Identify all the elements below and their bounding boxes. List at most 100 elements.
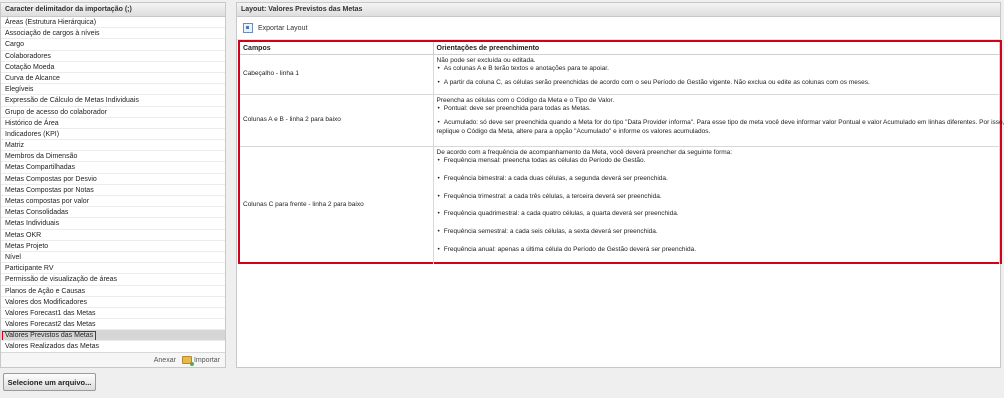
- column-header-campos: Campos: [240, 42, 434, 55]
- import-type-item[interactable]: Cotação Moeda: [1, 62, 225, 73]
- guidance-text: Frequência anual: apenas a última célula…: [437, 246, 697, 253]
- import-type-item[interactable]: Metas Consolidadas: [1, 207, 225, 219]
- select-file-button[interactable]: Selecione um arquivo...: [3, 373, 96, 391]
- guidance-bullet: A partir da coluna C, as células serão p…: [437, 79, 997, 87]
- export-layout-button[interactable]: Exportar Layout: [258, 25, 307, 32]
- guidance-line: Não pode ser excluída ou editada.: [437, 57, 997, 65]
- left-panel-footer: Anexar Importar: [1, 352, 225, 367]
- import-type-label: Matriz: [5, 142, 25, 150]
- import-type-label: Metas Compostas por Desvio: [5, 175, 97, 183]
- import-type-item[interactable]: Histórico de Área: [1, 118, 225, 129]
- import-type-label: Metas Consolidadas: [5, 209, 69, 217]
- import-type-label: Metas OKR: [5, 231, 42, 239]
- layout-table-highlight: Campos Orientações de preenchimento Cabe…: [238, 40, 1004, 264]
- guidance-line: replique o Código da Meta, altere para a…: [437, 128, 997, 136]
- import-type-label: Elegíveis: [5, 86, 34, 94]
- import-type-item[interactable]: Curva de Alcance: [1, 73, 225, 85]
- guidance-cell: Preencha as células com o Código da Meta…: [433, 94, 1004, 147]
- table-row: Colunas A e B - linha 2 para baixo Preenc…: [240, 94, 1004, 147]
- field-cell: Cabeçalho - linha 1: [240, 54, 434, 95]
- guidance-bullet: Pontual: deve ser preenchida para todas …: [437, 105, 997, 113]
- import-type-item[interactable]: Permissão de visualização de áreas: [1, 274, 225, 286]
- import-type-label: Indicadores (KPI): [5, 130, 60, 138]
- guidance-text: replique o Código da Meta, altere para a…: [436, 127, 711, 135]
- import-type-label: Colaboradores: [5, 52, 51, 60]
- import-label: Importar: [193, 356, 220, 364]
- import-type-label: Expressão de Cálculo de Metas Individuai…: [5, 97, 139, 105]
- guidance-text: De acordo com a frequência de acompanham…: [436, 149, 733, 156]
- layout-toolbar: Exportar Layout: [237, 17, 1000, 40]
- guidance-bullet: Acumulado: só deve ser preenchida quando…: [437, 119, 1004, 127]
- guidance-text: A partir da coluna C, as células serão p…: [437, 79, 870, 86]
- guidance-text: Acumulado: só deve ser preenchida quando…: [437, 119, 1004, 126]
- import-type-label: Membros da Dimensão: [5, 153, 78, 161]
- import-type-item[interactable]: Valores dos Modificadores: [1, 297, 225, 308]
- table-row: Cabeçalho - linha 1 Não pode ser excluída…: [240, 54, 1000, 95]
- delimiter-header: Caracter delimitador da importação (;): [1, 3, 225, 17]
- import-type-list: Áreas (Estrutura Hierárquica) Associação …: [1, 17, 225, 353]
- import-type-item[interactable]: Associação de cargos à níveis: [1, 28, 225, 40]
- import-type-item[interactable]: Metas Projeto: [1, 241, 225, 252]
- import-type-item[interactable]: Matriz: [1, 140, 225, 152]
- import-type-label: Cargo: [5, 41, 25, 49]
- guidance-text: Preencha as células com o Código da Meta…: [436, 97, 615, 104]
- guidance-text: As colunas A e B terão textos e anotaçõe…: [437, 65, 609, 72]
- import-type-label: Participante RV: [5, 265, 54, 273]
- import-type-label: Histórico de Área: [5, 119, 59, 127]
- import-type-item[interactable]: Participante RV: [1, 263, 225, 275]
- import-type-item[interactable]: Grupo de acesso do colaborador: [1, 107, 225, 118]
- layout-panel: Layout: Valores Previstos das Metas Expo…: [236, 2, 1004, 368]
- layout-title: Layout: Valores Previstos das Metas: [237, 3, 1000, 17]
- guidance-bullet: As colunas A e B terão textos e anotaçõe…: [437, 65, 997, 73]
- guidance-cell: Não pode ser excluída ou editada.As colu…: [433, 54, 1000, 95]
- guidance-text: Frequência mensal: preencha todas as cél…: [437, 157, 646, 164]
- import-type-item[interactable]: Metas Individuais: [1, 218, 225, 230]
- guidance-bullet: Frequência anual: apenas a última célula…: [437, 246, 997, 254]
- import-type-item[interactable]: Metas compostas por valor: [1, 196, 225, 208]
- guidance-text: Pontual: deve ser preenchida para todas …: [437, 105, 591, 112]
- import-type-label: Valores Forecast1 das Metas: [5, 309, 96, 317]
- import-type-panel: Caracter delimitador da importação (;) Á…: [0, 2, 226, 368]
- import-type-label: Metas Compartilhadas: [5, 164, 76, 172]
- guidance-bullet: Frequência semestral: a cada seis célula…: [437, 228, 997, 236]
- guidance-cell: De acordo com a frequência de acompanham…: [433, 146, 1000, 264]
- import-type-label: Planos de Ação e Causas: [5, 287, 86, 295]
- guidance-line: De acordo com a frequência de acompanham…: [437, 149, 997, 157]
- import-type-item[interactable]: Elegíveis: [1, 84, 225, 96]
- import-type-label: Associação de cargos à níveis: [5, 30, 100, 38]
- import-type-label: Áreas (Estrutura Hierárquica): [5, 19, 97, 26]
- import-type-item[interactable]: Áreas (Estrutura Hierárquica): [1, 17, 225, 29]
- guidance-line: Preencha as células com o Código da Meta…: [437, 97, 997, 105]
- import-type-item[interactable]: Valores Previstos das Metas: [1, 330, 225, 342]
- import-type-item[interactable]: Expressão de Cálculo de Metas Individuai…: [1, 95, 225, 107]
- import-type-item[interactable]: Metas Compartilhadas: [1, 162, 225, 174]
- import-type-label: Grupo de acesso do colaborador: [5, 108, 107, 116]
- layout-table: Campos Orientações de preenchimento Cabe…: [240, 42, 1004, 264]
- import-type-item[interactable]: Metas Compostas por Desvio: [1, 174, 225, 185]
- guidance-text: Frequência bimestral: a cada duas célula…: [437, 175, 668, 182]
- import-type-item[interactable]: Cargo: [1, 39, 225, 51]
- import-type-item[interactable]: Metas OKR: [1, 230, 225, 241]
- export-icon[interactable]: [243, 23, 253, 33]
- import-type-label: Metas Individuais: [5, 220, 60, 228]
- guidance-text: Frequência quadrimestral: a cada quatro …: [437, 210, 679, 217]
- import-type-label: Valores dos Modificadores: [5, 298, 87, 306]
- import-type-label: Curva de Alcance: [5, 74, 60, 82]
- import-type-item[interactable]: Metas Compostas por Notas: [1, 185, 225, 196]
- anexar-link[interactable]: Anexar: [154, 357, 176, 364]
- import-type-item[interactable]: Nível: [1, 252, 225, 264]
- import-type-item[interactable]: Valores Forecast1 das Metas: [1, 308, 225, 320]
- import-type-item[interactable]: Valores Realizados das Metas: [1, 341, 225, 353]
- field-cell: Colunas A e B - linha 2 para baixo: [240, 94, 434, 147]
- import-type-item[interactable]: Colaboradores: [1, 51, 225, 62]
- import-type-item[interactable]: Membros da Dimensão: [1, 151, 225, 163]
- import-type-item[interactable]: Planos de Ação e Causas: [1, 286, 225, 297]
- import-type-label: Nível: [5, 253, 21, 261]
- import-button[interactable]: Importar: [181, 356, 220, 366]
- import-type-label: Metas Projeto: [5, 242, 49, 250]
- import-type-item[interactable]: Valores Forecast2 das Metas: [1, 319, 225, 331]
- import-type-item[interactable]: Indicadores (KPI): [1, 129, 225, 141]
- import-type-label: Metas Compostas por Notas: [5, 186, 94, 194]
- import-type-label: Metas compostas por valor: [5, 198, 90, 205]
- guidance-bullet: Frequência bimestral: a cada duas célula…: [437, 175, 997, 183]
